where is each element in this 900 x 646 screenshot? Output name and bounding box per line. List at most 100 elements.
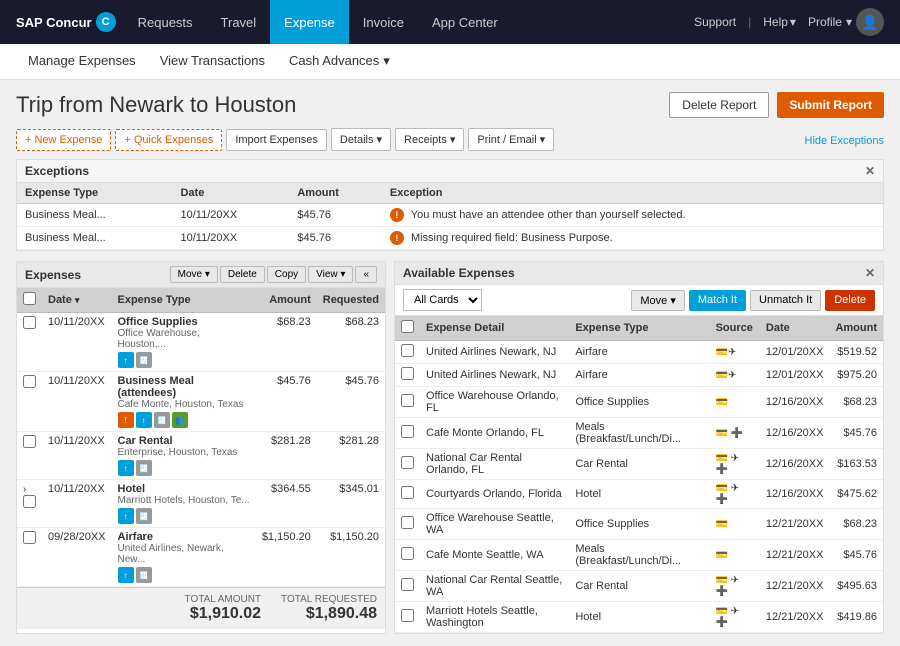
expense-receipt-icon[interactable]: 🧾 [154, 412, 170, 428]
sub-navigation: Manage Expenses View Transactions Cash A… [0, 44, 900, 80]
expense-error-icon[interactable]: ! [118, 412, 134, 428]
expenses-delete-button[interactable]: Delete [220, 266, 265, 283]
expense-row: 10/11/20XX Business Meal (attendees) Caf… [17, 372, 385, 432]
avail-date: 12/21/20XX [760, 571, 830, 602]
available-match-button[interactable]: Match It [689, 290, 746, 311]
nav-expense[interactable]: Expense [270, 0, 349, 44]
cash-advances-chevron-icon: ▾ [383, 53, 390, 69]
avail-amount: $45.76 [829, 418, 883, 449]
avail-date: 12/01/20XX [760, 364, 830, 387]
report-header: Trip from Newark to Houston Delete Repor… [16, 92, 884, 118]
avail-detail: Marriott Hotels Seattle, Washington [420, 602, 569, 633]
available-expense-checkbox[interactable] [401, 486, 414, 499]
total-requested-label: TOTAL REQUESTED [281, 594, 377, 605]
expenses-header-actions: Move ▾ Delete Copy View ▾ « [170, 266, 377, 283]
expense-action-icon[interactable]: ↑ [118, 567, 134, 583]
avail-amount: $45.76 [829, 540, 883, 571]
available-expense-checkbox[interactable] [401, 516, 414, 529]
available-expense-checkbox[interactable] [401, 367, 414, 380]
total-amount-block: TOTAL AMOUNT $1,910.02 [185, 594, 262, 623]
expense-amount: $364.55 [256, 480, 317, 528]
select-all-expenses-checkbox[interactable] [23, 292, 36, 305]
available-expense-checkbox[interactable] [401, 456, 414, 469]
avail-detail: Office Warehouse Orlando, FL [420, 387, 569, 418]
expense-checkbox[interactable] [23, 435, 36, 448]
avail-col-source: Source [710, 316, 760, 341]
avail-source: 💳 ✈ ➕ [710, 602, 760, 633]
nav-app-center[interactable]: App Center [418, 0, 512, 44]
available-expense-checkbox[interactable] [401, 609, 414, 622]
expenses-title: Expenses [25, 268, 81, 282]
avail-source: 💳 ✈ ➕ [710, 449, 760, 480]
available-expense-checkbox[interactable] [401, 547, 414, 560]
subnav-view-transactions[interactable]: View Transactions [148, 44, 277, 80]
expense-attendee-icon[interactable]: 👥 [172, 412, 188, 428]
available-expense-row: National Car Rental Seattle, WA Car Rent… [395, 571, 883, 602]
nav-travel[interactable]: Travel [207, 0, 271, 44]
help-link[interactable]: Help ▾ [763, 15, 796, 29]
profile-link[interactable]: Profile ▾ 👤 [808, 8, 884, 36]
available-expense-checkbox[interactable] [401, 394, 414, 407]
expense-action-icon[interactable]: ↑ [118, 352, 134, 368]
exc-date: 10/11/20XX [172, 204, 289, 227]
available-expense-checkbox[interactable] [401, 344, 414, 357]
select-all-available-checkbox[interactable] [401, 320, 414, 333]
expense-action-icon[interactable]: ↑ [118, 508, 134, 524]
exc-col-amount: Amount [289, 183, 382, 204]
exceptions-close-button[interactable]: ✕ [865, 164, 875, 178]
exc-amount: $45.76 [289, 204, 382, 227]
available-delete-button[interactable]: Delete [825, 290, 875, 311]
expense-action-icon[interactable]: ↑ [118, 460, 134, 476]
avail-source: 💳 ➕ [710, 418, 760, 449]
exc-type: Business Meal... [17, 227, 172, 250]
expenses-collapse-button[interactable]: « [355, 266, 377, 283]
delete-report-button[interactable]: Delete Report [669, 92, 769, 118]
available-expense-checkbox[interactable] [401, 425, 414, 438]
expenses-col-date: Date ▾ [42, 288, 112, 313]
expense-receipt-icon[interactable]: 🧾 [136, 508, 152, 524]
expense-receipt-icon[interactable]: 🧾 [136, 567, 152, 583]
expense-amount: $45.76 [256, 372, 317, 432]
expense-action-icon[interactable]: ↑ [136, 412, 152, 428]
available-expenses-close-button[interactable]: ✕ [865, 266, 875, 280]
expenses-table: Date ▾ Expense Type Amount Requested 10/… [17, 288, 385, 587]
card-select-dropdown[interactable]: All Cards [403, 289, 482, 311]
available-unmatch-button[interactable]: Unmatch It [750, 290, 821, 311]
expenses-copy-button[interactable]: Copy [267, 266, 306, 283]
expense-receipt-icon[interactable]: 🧾 [136, 352, 152, 368]
details-button[interactable]: Details ▾ [331, 128, 391, 151]
toolbar-right: Hide Exceptions [805, 133, 885, 147]
subnav-cash-advances[interactable]: Cash Advances ▾ [277, 44, 402, 80]
expense-checkbox[interactable] [23, 531, 36, 544]
new-expense-button[interactable]: + New Expense [16, 129, 111, 151]
available-expenses-toolbar: All Cards Move ▾ Match It Unmatch It Del… [395, 285, 883, 316]
avail-detail: National Car Rental Orlando, FL [420, 449, 569, 480]
subnav-manage-expenses[interactable]: Manage Expenses [16, 44, 148, 80]
help-chevron-icon: ▾ [790, 15, 796, 29]
nav-invoice[interactable]: Invoice [349, 0, 418, 44]
import-expenses-button[interactable]: Import Expenses [226, 129, 327, 151]
expense-checkbox[interactable] [23, 375, 36, 388]
submit-report-button[interactable]: Submit Report [777, 92, 884, 118]
exc-col-date: Date [172, 183, 289, 204]
available-expense-checkbox[interactable] [401, 578, 414, 591]
receipts-button[interactable]: Receipts ▾ [395, 128, 464, 151]
support-link[interactable]: Support [694, 15, 736, 29]
print-email-button[interactable]: Print / Email ▾ [468, 128, 554, 151]
expense-receipt-icon[interactable]: 🧾 [136, 460, 152, 476]
avail-source: 💳✈ [710, 341, 760, 364]
avail-date: 12/16/20XX [760, 449, 830, 480]
avail-col-amount: Amount [829, 316, 883, 341]
quick-expenses-button[interactable]: + Quick Expenses [115, 129, 222, 151]
expense-type: Car Rental Enterprise, Houston, Texas ↑ … [112, 432, 256, 480]
available-move-button[interactable]: Move ▾ [631, 290, 685, 311]
expenses-move-button[interactable]: Move ▾ [170, 266, 218, 283]
expenses-view-button[interactable]: View ▾ [308, 266, 353, 283]
expense-row: 10/11/20XX Car Rental Enterprise, Housto… [17, 432, 385, 480]
hide-exceptions-link[interactable]: Hide Exceptions [805, 135, 885, 147]
nav-requests[interactable]: Requests [124, 0, 207, 44]
avail-date: 12/21/20XX [760, 540, 830, 571]
expense-checkbox[interactable] [23, 495, 36, 508]
expense-checkbox[interactable] [23, 316, 36, 329]
expand-chevron-icon[interactable]: › [23, 484, 26, 495]
